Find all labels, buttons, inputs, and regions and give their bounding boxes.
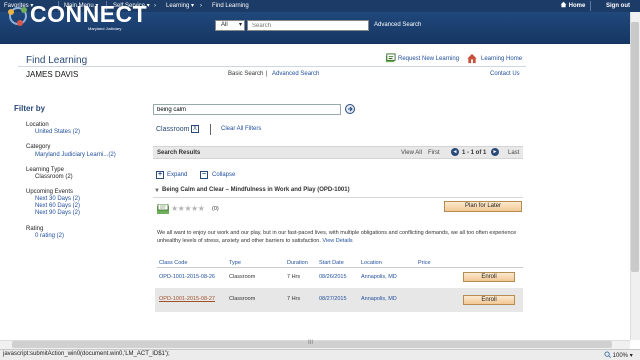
breadcrumb-find-learning[interactable]: Find Learning [212,0,249,12]
class-code-link[interactable]: OPD-1001-2015-08-27 [159,296,215,302]
plan-for-later-button[interactable]: Plan for Later [444,201,522,212]
class-code-link[interactable]: OPD-1001-2015-08-26 [159,274,215,280]
zoom-icon [604,351,611,358]
advanced-search-link[interactable]: Advanced Search [272,71,319,77]
pagination-info: 1 - 1 of 1 [462,150,487,156]
nav-divider [590,1,591,11]
expand-icon[interactable]: + [156,171,164,179]
logo-subtitle: Maryland Judiciary [88,26,122,31]
course-title[interactable]: Being Calm and Clear – Mindfulness in Wo… [162,187,350,193]
connect-logo-icon [8,7,27,26]
column-header-start-date: Start Date [319,260,344,266]
filter-value: Classroom (2) [35,174,73,180]
global-search-input[interactable] [247,20,369,31]
class-location-link[interactable]: Annapolis, MD [361,296,397,302]
learning-label: Learning [166,3,190,9]
next-page-icon[interactable]: ► [491,148,499,156]
search-scope-value: All [221,22,228,28]
enroll-button[interactable]: Enroll [463,272,515,282]
column-header-price: Price [418,260,431,266]
request-new-learning-link[interactable]: Request New Learning [398,56,459,62]
view-all-link[interactable]: View All [401,150,422,156]
filter-heading-category: Category [26,144,51,150]
learning-home-icon [467,53,477,64]
header-advanced-search-link[interactable]: Advanced Search [374,22,421,28]
column-header-class-code: Class Code [159,260,188,266]
filter-value[interactable]: Maryland Judiciary Learni...(2) [35,152,116,158]
filter-heading-location: Location [26,122,49,128]
search-scope-select[interactable]: All ▾ [215,20,245,31]
breadcrumb-chevron-icon: › [154,3,156,9]
filter-value[interactable]: Next 30 Days (2) [35,196,80,202]
class-type: Classroom [229,296,256,302]
learning-home-link[interactable]: Learning Home [481,56,522,62]
zoom-value: 100% [612,353,629,359]
clear-all-filters-link[interactable]: Clear All Filters [221,126,261,132]
collapse-icon[interactable]: − [200,171,208,179]
link-separator: | [266,71,268,77]
rating-count: (0) [212,206,219,212]
learning-search-input[interactable] [153,104,341,115]
filter-heading-rating: Rating [26,226,44,232]
home-icon [560,1,567,8]
filter-divider [210,124,211,135]
status-url-text: javascript:submitAction_win0(document.wi… [3,351,170,357]
search-go-button[interactable] [345,104,355,114]
filter-heading-learning-type: Learning Type [26,167,64,173]
classroom-course-icon [157,204,169,214]
request-learning-icon [385,53,396,63]
class-type: Classroom [229,274,256,280]
filter-value[interactable]: Next 60 Days (2) [35,203,80,209]
contact-us-link[interactable]: Contact Us [490,71,520,77]
home-link[interactable]: Home [560,0,585,12]
course-divider [153,197,523,198]
last-page-link[interactable]: Last [508,150,519,156]
filter-heading-upcoming-events: Upcoming Events [26,189,74,195]
vertical-scroll-thumb[interactable] [631,22,639,272]
class-duration: 7 Hrs [287,296,301,302]
learning-menu[interactable]: Learning ▾ [166,0,194,12]
enroll-button[interactable]: Enroll [463,295,515,305]
basic-search-link[interactable]: Basic Search [228,71,263,77]
view-details-link[interactable]: View Details [322,238,352,244]
rating-stars-icon[interactable]: ★★★★★ [171,204,205,213]
breadcrumb-chevron-icon: › [200,3,202,9]
column-header-location: Location [361,260,382,266]
results-title: Search Results [157,150,201,156]
class-start-date[interactable]: 08/26/2015 [319,274,347,280]
sign-out-link[interactable]: Sign out [606,0,630,12]
filter-value[interactable]: 0 rating (2) [35,233,64,239]
app-logo: CONNECT [30,1,148,27]
page-title: Find Learning [26,55,88,66]
prev-page-icon[interactable]: ◄ [451,148,459,156]
first-page-link[interactable]: First [428,150,440,156]
header-divider [18,66,526,67]
class-duration: 7 Hrs [287,274,301,280]
filter-value[interactable]: United States (2) [35,129,80,135]
zoom-dropdown-icon: ▾ [629,353,633,359]
home-label: Home [568,3,586,9]
zoom-level[interactable]: 100% ▾ [604,351,633,359]
expand-link[interactable]: Expand [167,172,187,178]
filter-title: Filter by [14,104,46,113]
collapse-link[interactable]: Collapse [212,172,235,178]
class-start-date[interactable]: 08/27/2015 [319,296,347,302]
search-scope-dropdown-icon: ▾ [238,22,242,28]
course-toggle-icon[interactable]: ▼ [154,188,160,194]
scroll-grip-icon: III [308,340,314,346]
column-header-type: Type [229,260,241,266]
learning-dropdown-icon: ▾ [191,3,195,9]
active-filter-chip: Classroom [156,126,190,133]
search-arrow-icon [348,106,353,112]
user-name: JAMES DAVIS [26,70,79,79]
filter-value[interactable]: Next 90 Days (2) [35,210,80,216]
remove-filter-icon[interactable]: X [191,125,199,133]
course-description: We all want to enjoy our work and our pl… [157,230,522,245]
class-location-link[interactable]: Annapolis, MD [361,274,397,280]
column-header-duration: Duration [287,260,308,266]
